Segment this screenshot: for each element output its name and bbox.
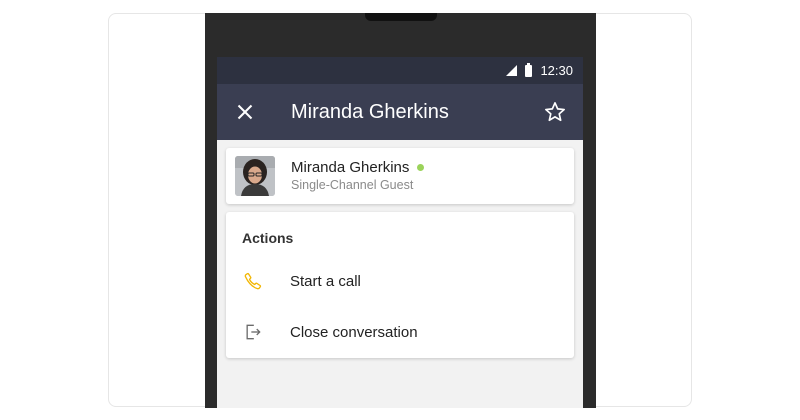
actions-card: Actions Start a call Close conversation [226, 212, 574, 358]
signal-icon [506, 65, 518, 76]
start-call-button[interactable]: Start a call [226, 260, 574, 306]
presence-indicator [417, 164, 425, 171]
page-title: Miranda Gherkins [291, 101, 449, 123]
star-icon [545, 102, 565, 122]
status-bar: 12:30 [217, 57, 583, 84]
star-button[interactable] [541, 98, 569, 126]
app-bar: Miranda Gherkins [217, 84, 583, 140]
profile-name-row: Miranda Gherkins [291, 159, 425, 176]
profile-role: Single-Channel Guest [291, 178, 414, 192]
profile-card[interactable]: Miranda Gherkins Single-Channel Guest [226, 148, 574, 204]
phone-screen: 12:30 Miranda Gherkins Miranda Gherkins … [217, 57, 583, 408]
close-icon [237, 104, 253, 120]
avatar [235, 156, 275, 196]
close-conversation-label: Close conversation [290, 324, 418, 341]
actions-heading: Actions [242, 230, 294, 246]
exit-icon [242, 321, 264, 343]
start-call-label: Start a call [290, 273, 361, 290]
battery-icon [525, 62, 533, 77]
avatar-photo [235, 156, 275, 196]
profile-name: Miranda Gherkins [291, 159, 410, 176]
phone-speaker [365, 13, 437, 21]
close-button[interactable] [231, 98, 259, 126]
phone-icon [242, 270, 264, 292]
status-indicators: 12:30 [506, 57, 573, 84]
status-time: 12:30 [540, 63, 573, 78]
close-conversation-button[interactable]: Close conversation [226, 311, 574, 357]
